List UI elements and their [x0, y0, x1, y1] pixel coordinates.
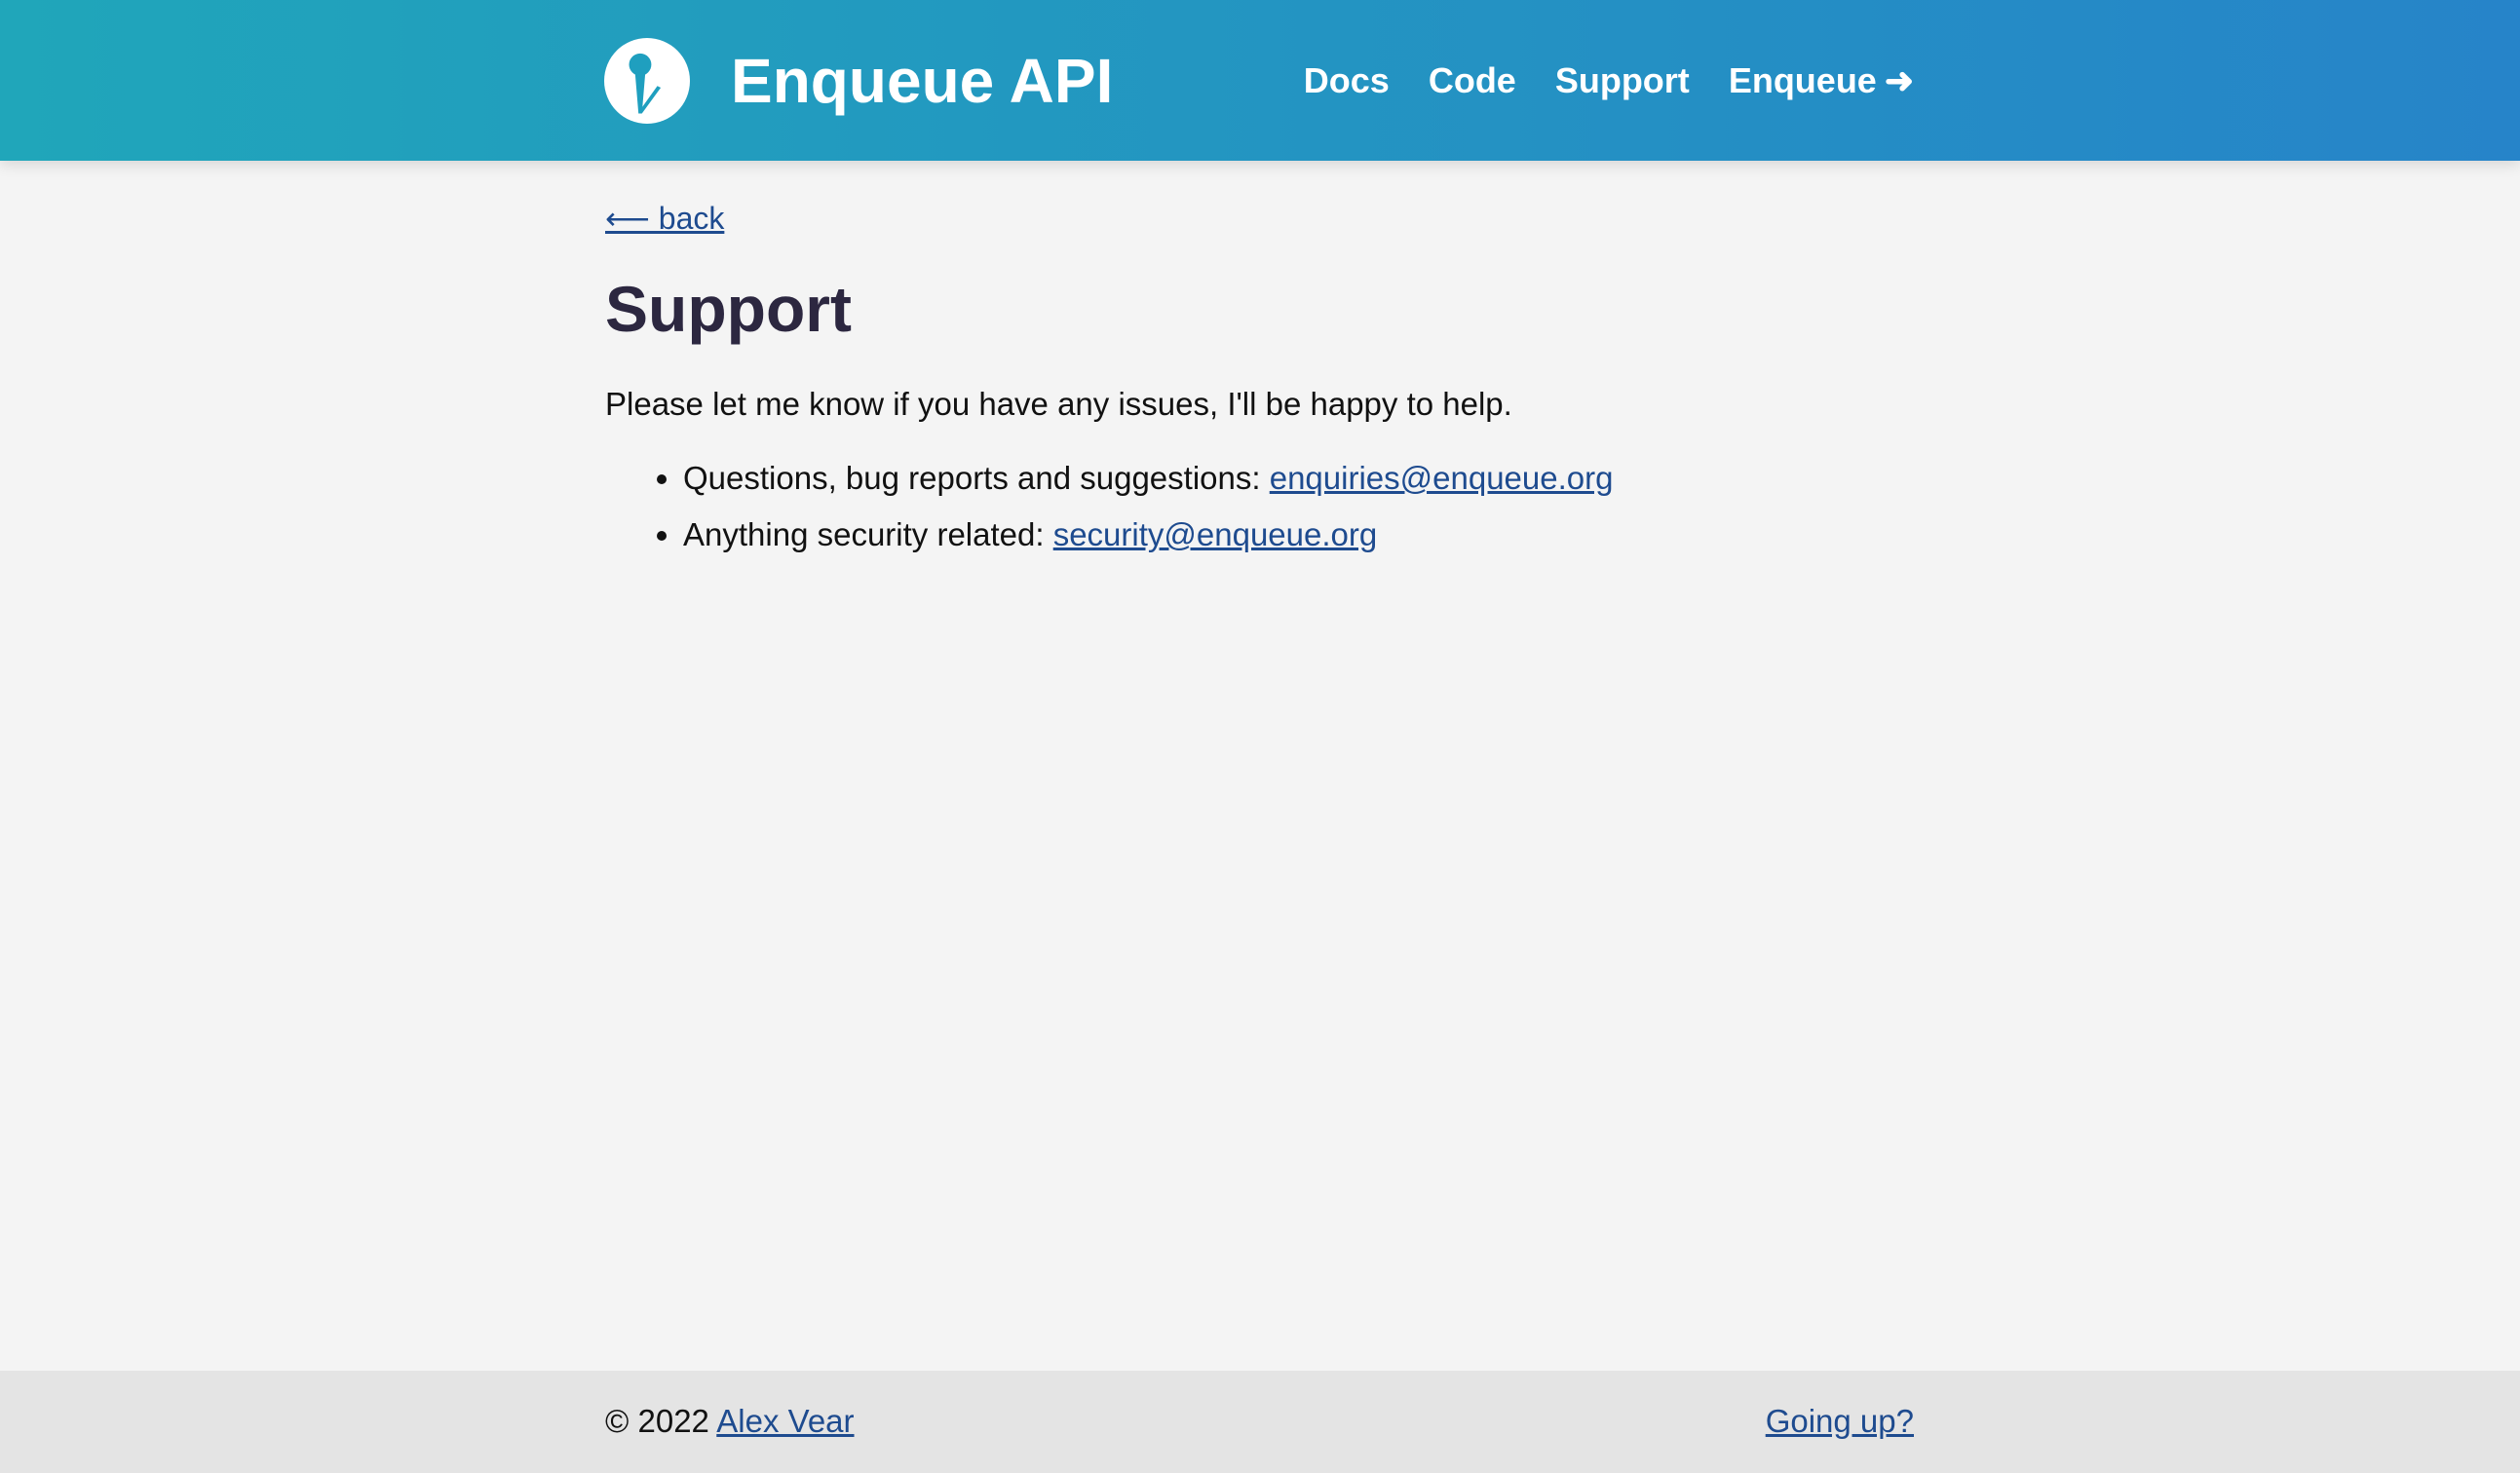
back-link[interactable]: ⟵ back — [605, 200, 724, 237]
enquiries-email-link[interactable]: enquiries@enqueue.org — [1270, 460, 1614, 496]
author-link[interactable]: Alex Vear — [716, 1403, 854, 1439]
main-nav: Docs Code Support Enqueue ➜ — [1304, 0, 1914, 161]
contact-label: Anything security related: — [683, 516, 1045, 553]
main-content: ⟵ back Support Please let me know if you… — [605, 200, 1916, 573]
brand-home-link[interactable]: Enqueue API — [604, 0, 1113, 161]
enqueue-logo-icon — [604, 37, 690, 124]
site-title: Enqueue API — [731, 45, 1114, 116]
nav-code-link[interactable]: Code — [1429, 60, 1516, 101]
contact-list: Questions, bug reports and suggestions: … — [605, 460, 1916, 553]
back-to-top-link[interactable]: Going up? — [1766, 1403, 1914, 1440]
nav-enqueue-label: Enqueue — [1728, 59, 1877, 100]
intro-text: Please let me know if you have any issue… — [605, 386, 1512, 423]
copyright-text: © 2022 — [605, 1403, 709, 1439]
security-email-link[interactable]: security@enqueue.org — [1053, 516, 1378, 552]
top-navigation-bar: Enqueue API Docs Code Support Enqueue ➜ — [0, 0, 2520, 161]
contact-label: Questions, bug reports and suggestions: — [683, 460, 1261, 497]
page-footer: © 2022 Alex Vear Going up? — [0, 1371, 2520, 1473]
nav-enqueue-link[interactable]: Enqueue ➜ — [1729, 60, 1914, 101]
list-item: Questions, bug reports and suggestions: … — [683, 460, 1916, 497]
nav-docs-link[interactable]: Docs — [1304, 60, 1390, 101]
arrow-right-icon: ➜ — [1884, 59, 1914, 100]
nav-support-link[interactable]: Support — [1555, 60, 1690, 101]
page-title: Support — [605, 273, 852, 345]
list-item: Anything security related: security@enqu… — [683, 516, 1916, 553]
copyright: © 2022 Alex Vear — [605, 1403, 855, 1440]
